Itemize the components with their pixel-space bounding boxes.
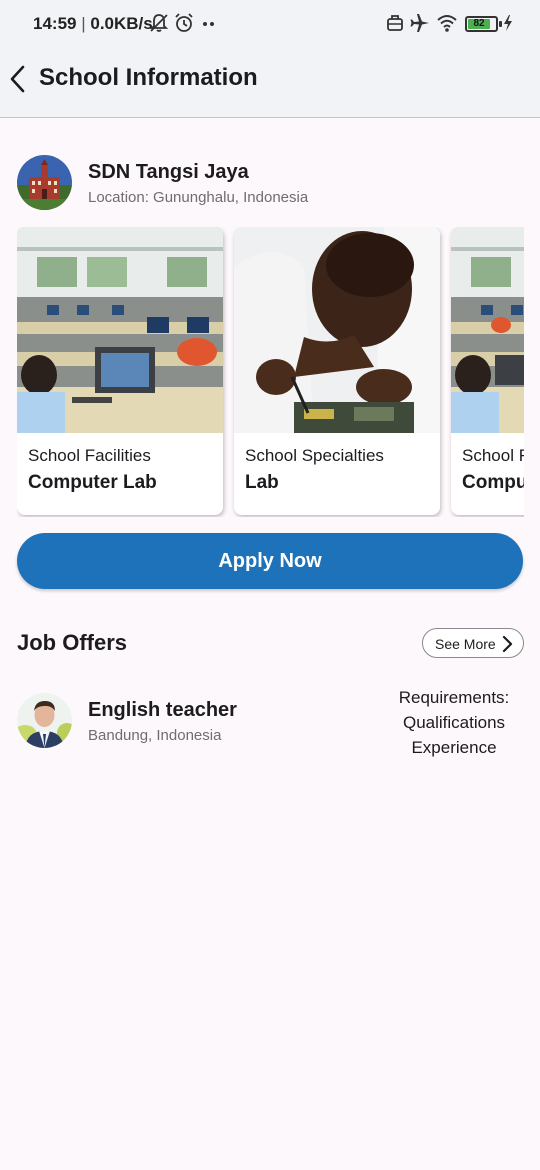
app-bar: School Information: [0, 50, 540, 118]
card-category: School Facilities: [462, 446, 524, 465]
card-value: Computer Lab: [28, 472, 157, 493]
facility-card[interactable]: School Facilities Computer Lab: [17, 227, 223, 515]
see-more-button[interactable]: See More: [422, 628, 524, 658]
status-time: 14:59 | 0.0KB/s: [33, 14, 153, 34]
requirement-item: Qualifications: [402, 713, 506, 732]
clock-text: 14:59: [33, 14, 77, 33]
computer-lab-photo: [451, 227, 524, 433]
facility-carousel[interactable]: School Facilities Computer Lab School Sp…: [17, 227, 524, 517]
job-offer-item[interactable]: English teacher Bandung, Indonesia Requi…: [17, 685, 524, 765]
school-location: Location: Gununghalu, Indonesia: [88, 189, 309, 206]
notifications-muted-icon: [149, 14, 169, 32]
facility-card[interactable]: School Specialties Lab: [234, 227, 440, 515]
school-name: SDN Tangsi Jaya: [88, 161, 249, 183]
job-location: Bandung, Indonesia: [88, 727, 222, 744]
network-speed: 0.0KB/s: [90, 14, 153, 33]
airplane-mode-icon: [410, 14, 429, 32]
requirements-label: Requirements:: [398, 688, 510, 707]
job-requirements: Requirements: Qualifications Experience: [384, 685, 524, 760]
school-avatar: [17, 155, 72, 210]
specialty-lab-photo: [234, 227, 440, 433]
alarm-icon: [175, 13, 193, 32]
facility-card[interactable]: School Facilities Computer Lab: [451, 227, 524, 515]
status-separator: |: [81, 14, 86, 33]
computer-lab-photo: [17, 227, 223, 433]
requirement-item: Experience: [411, 738, 497, 757]
battery-level: 82: [468, 19, 491, 29]
card-value: Lab: [245, 472, 279, 493]
back-arrow-icon[interactable]: [6, 62, 30, 96]
more-notifications-icon: [203, 22, 214, 26]
job-avatar: [17, 693, 72, 748]
chevron-right-icon: [502, 635, 513, 653]
card-category: School Specialties: [245, 446, 384, 465]
card-value: Computer Lab: [462, 472, 524, 493]
school-header: SDN Tangsi Jaya Location: Gununghalu, In…: [17, 155, 517, 211]
status-bar: 14:59 | 0.0KB/s 82: [0, 0, 540, 50]
battery-tip: [499, 21, 502, 27]
briefcase-icon: [387, 15, 403, 31]
wifi-icon: [437, 15, 457, 32]
see-more-label: See More: [435, 636, 496, 652]
apply-now-button[interactable]: Apply Now: [17, 533, 523, 589]
battery-icon: 82: [465, 16, 498, 32]
job-title: English teacher: [88, 699, 237, 721]
card-category: School Facilities: [28, 446, 151, 465]
job-offers-title: Job Offers: [17, 630, 128, 655]
charging-icon: [504, 15, 512, 31]
page-title: School Information: [39, 64, 258, 91]
